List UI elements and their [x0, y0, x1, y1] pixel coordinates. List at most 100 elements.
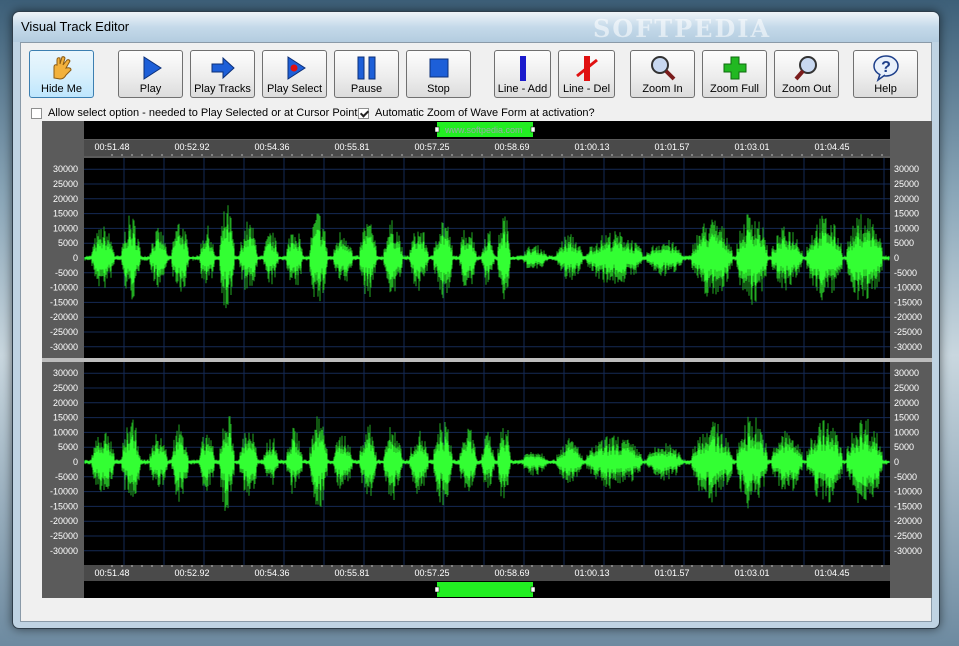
selection-handle[interactable]: [530, 126, 536, 133]
line-add-button[interactable]: Line - Add: [494, 50, 551, 98]
amplitude-label: 0: [73, 253, 78, 263]
amplitude-label: -15000: [894, 501, 922, 511]
help-label: Help: [874, 83, 897, 95]
amplitude-label: -5000: [894, 472, 917, 482]
bottom-selection-range[interactable]: [437, 582, 533, 597]
amplitude-label: -5000: [55, 268, 78, 278]
amplitude-label: -15000: [50, 297, 78, 307]
amplitude-label: 20000: [894, 194, 919, 204]
play-tracks-button[interactable]: Play Tracks: [190, 50, 255, 98]
time-label: 00:58.69: [494, 568, 529, 578]
amplitude-label: -15000: [50, 501, 78, 511]
selection-handle[interactable]: [434, 586, 440, 593]
amplitude-label: 10000: [53, 223, 78, 233]
amplitude-label: 0: [894, 253, 899, 263]
allow-select-checkbox[interactable]: [31, 107, 42, 119]
time-label: 01:03.01: [734, 142, 769, 152]
amplitude-label: 0: [894, 457, 899, 467]
amplitude-label: 5000: [58, 442, 78, 452]
amplitude-label: -10000: [894, 487, 922, 497]
time-label: 00:57.25: [414, 142, 449, 152]
selection-handle[interactable]: [434, 126, 440, 133]
hide-me-label: Hide Me: [41, 83, 82, 95]
window-title: Visual Track Editor: [21, 19, 130, 34]
line-del-button[interactable]: Line - Del: [558, 50, 615, 98]
hand-icon: [48, 54, 76, 82]
amplitude-label: -30000: [894, 342, 922, 352]
line-del-icon: [573, 54, 601, 82]
allow-select-label: Allow select option - needed to Play Sel…: [48, 107, 358, 119]
amplitude-label: 5000: [58, 238, 78, 248]
time-label: 01:00.13: [574, 568, 609, 578]
zoom-in-button[interactable]: Zoom In: [630, 50, 695, 98]
time-label: 00:55.81: [334, 142, 369, 152]
amplitude-label: 10000: [894, 223, 919, 233]
time-label: 00:55.81: [334, 568, 369, 578]
channel-divider: [42, 358, 932, 362]
amplitude-label: -30000: [50, 546, 78, 556]
amplitude-label: 20000: [53, 194, 78, 204]
time-label: 01:00.13: [574, 142, 609, 152]
time-label: 01:03.01: [734, 568, 769, 578]
play-select-label: Play Select: [266, 83, 323, 95]
allow-select-option[interactable]: Allow select option - needed to Play Sel…: [31, 107, 357, 119]
selection-handle[interactable]: [530, 586, 536, 593]
amplitude-label: -30000: [50, 342, 78, 352]
waveform-canvas[interactable]: www.softpedia.com 30000 30000 25000 25000 20…: [42, 121, 932, 598]
play-icon: [137, 54, 165, 82]
hide-me-button[interactable]: Hide Me: [29, 50, 94, 98]
arrow-right-icon: [209, 54, 237, 82]
time-label: 00:54.36: [254, 142, 289, 152]
amplitude-label: -10000: [50, 487, 78, 497]
amplitude-label: 30000: [894, 164, 919, 174]
amplitude-label: 15000: [894, 209, 919, 219]
time-label: 00:58.69: [494, 142, 529, 152]
amplitude-label: 30000: [53, 164, 78, 174]
amplitude-label: -10000: [50, 283, 78, 293]
magnifier-icon: [649, 54, 677, 82]
play-button[interactable]: Play: [118, 50, 183, 98]
play-select-button[interactable]: Play Select: [262, 50, 327, 98]
play-select-icon: [281, 54, 309, 82]
client-area: Hide Me Play Play Tracks Play Select Pau: [20, 42, 932, 622]
auto-zoom-label: Automatic Zoom of Wave Form at activatio…: [375, 107, 595, 119]
amplitude-label: 20000: [894, 398, 919, 408]
auto-zoom-checkbox[interactable]: [358, 107, 369, 119]
stop-icon: [425, 54, 453, 82]
amplitude-label: -25000: [50, 531, 78, 541]
amplitude-label: -15000: [894, 297, 922, 307]
zoom-out-button[interactable]: Zoom Out: [774, 50, 839, 98]
line-add-icon: [509, 54, 537, 82]
time-label: 00:57.25: [414, 568, 449, 578]
pause-button[interactable]: Pause: [334, 50, 399, 98]
title-bar[interactable]: Visual Track Editor SOFTPEDIA: [13, 12, 939, 43]
amplitude-label: 5000: [894, 238, 914, 248]
amplitude-label: -20000: [50, 312, 78, 322]
amplitude-label: -25000: [50, 327, 78, 337]
amplitude-label: -5000: [55, 472, 78, 482]
help-icon: ?: [872, 54, 900, 82]
svg-text:?: ?: [881, 59, 891, 76]
help-button[interactable]: ? Help: [853, 50, 918, 98]
waveform-editor[interactable]: www.softpedia.com 30000 30000 25000 25000 20…: [42, 121, 932, 598]
magnifier-icon: [793, 54, 821, 82]
amplitude-label: 10000: [53, 427, 78, 437]
stop-button[interactable]: Stop: [406, 50, 471, 98]
time-label: 00:52.92: [174, 142, 209, 152]
time-label: 00:54.36: [254, 568, 289, 578]
play-label: Play: [139, 83, 162, 95]
zoom-full-button[interactable]: Zoom Full: [702, 50, 767, 98]
auto-zoom-option[interactable]: Automatic Zoom of Wave Form at activatio…: [358, 107, 595, 119]
timeline-watermark: www.softpedia.com: [444, 125, 523, 135]
amplitude-label: 15000: [894, 413, 919, 423]
amplitude-label: -20000: [894, 312, 922, 322]
time-label: 01:01.57: [654, 568, 689, 578]
time-label: 01:04.45: [814, 142, 849, 152]
amplitude-label: 30000: [53, 368, 78, 378]
amplitude-label: -25000: [894, 531, 922, 541]
pause-label: Pause: [350, 83, 383, 95]
amplitude-label: -30000: [894, 546, 922, 556]
amplitude-label: 5000: [894, 442, 914, 452]
time-label: 00:51.48: [94, 568, 129, 578]
amplitude-label: 25000: [894, 179, 919, 189]
